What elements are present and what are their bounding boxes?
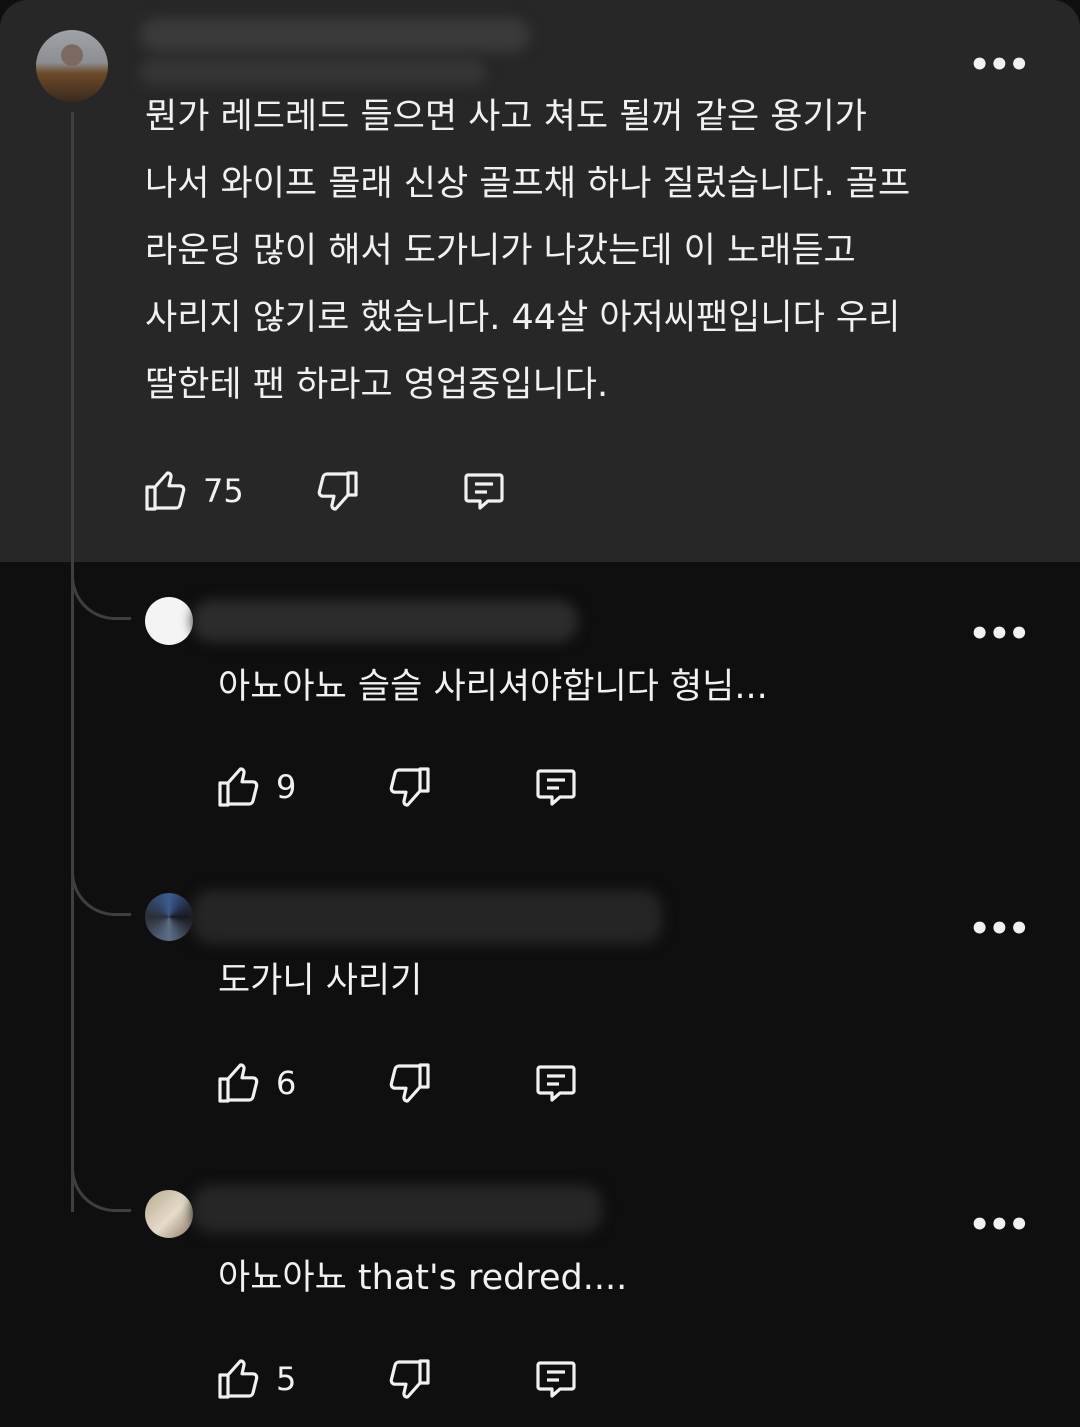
- avatar[interactable]: [145, 597, 193, 645]
- thumbs-up-icon: [218, 1063, 259, 1103]
- more-vert-icon[interactable]: •••: [969, 617, 1030, 651]
- thumbs-down-icon: [390, 767, 430, 807]
- avatar[interactable]: [145, 893, 193, 941]
- reply-button[interactable]: [532, 763, 580, 811]
- comment-text: 뭔가 레드레드 들으면 사고 쳐도 될꺼 같은 용기가 나서 와이프 몰래 신상…: [145, 97, 911, 405]
- reply-actions: 6: [216, 1058, 580, 1108]
- reply-button[interactable]: [532, 1059, 580, 1107]
- author-name-redacted[interactable]: [192, 1185, 602, 1233]
- reply-actions: 5: [216, 1354, 580, 1404]
- reply-text: 아뇨아뇨 that's redred....: [218, 1258, 628, 1298]
- comment-icon: [536, 769, 576, 806]
- thread-branch: [71, 1164, 131, 1212]
- like-button[interactable]: 75: [143, 467, 244, 515]
- like-button[interactable]: 5: [216, 1355, 296, 1403]
- like-count: 9: [276, 768, 297, 806]
- more-vert-icon[interactable]: •••: [969, 912, 1030, 946]
- comment-icon: [464, 473, 504, 510]
- comment-actions: 75: [143, 466, 508, 516]
- thread-branch: [71, 868, 131, 916]
- author-name-redacted[interactable]: [192, 890, 662, 944]
- like-button[interactable]: 6: [216, 1059, 296, 1107]
- thumbs-down-icon: [317, 471, 358, 511]
- author-name-redacted[interactable]: [192, 600, 578, 642]
- author-name-redacted[interactable]: [140, 18, 530, 52]
- reply-button[interactable]: [532, 1355, 580, 1403]
- like-count: 6: [276, 1064, 297, 1102]
- reply-button[interactable]: [460, 467, 508, 515]
- thread-line: [71, 112, 74, 1212]
- like-button[interactable]: 9: [216, 763, 296, 811]
- like-count: 75: [203, 472, 244, 510]
- comment-icon: [536, 1361, 576, 1398]
- reply-text: 아뇨아뇨 슬슬 사리셔야합니다 형님...: [218, 667, 768, 707]
- dislike-button[interactable]: [312, 467, 360, 515]
- thumbs-down-icon: [390, 1359, 430, 1399]
- reply-text: 도가니 사리기: [218, 961, 423, 1001]
- more-vert-icon[interactable]: •••: [969, 1208, 1030, 1242]
- dislike-button[interactable]: [384, 1059, 432, 1107]
- avatar[interactable]: [36, 30, 108, 102]
- thumbs-up-icon: [145, 471, 186, 511]
- avatar[interactable]: [145, 1190, 193, 1238]
- comment-icon: [536, 1065, 576, 1102]
- reply-actions: 9: [216, 762, 580, 812]
- thumbs-down-icon: [390, 1063, 430, 1103]
- thread-branch: [71, 572, 131, 620]
- dislike-button[interactable]: [384, 763, 432, 811]
- comment-meta-redacted: [140, 58, 486, 86]
- thumbs-up-icon: [218, 1359, 259, 1399]
- thumbs-up-icon: [218, 767, 259, 807]
- more-vert-icon[interactable]: •••: [969, 48, 1030, 82]
- dislike-button[interactable]: [384, 1355, 432, 1403]
- like-count: 5: [276, 1360, 297, 1398]
